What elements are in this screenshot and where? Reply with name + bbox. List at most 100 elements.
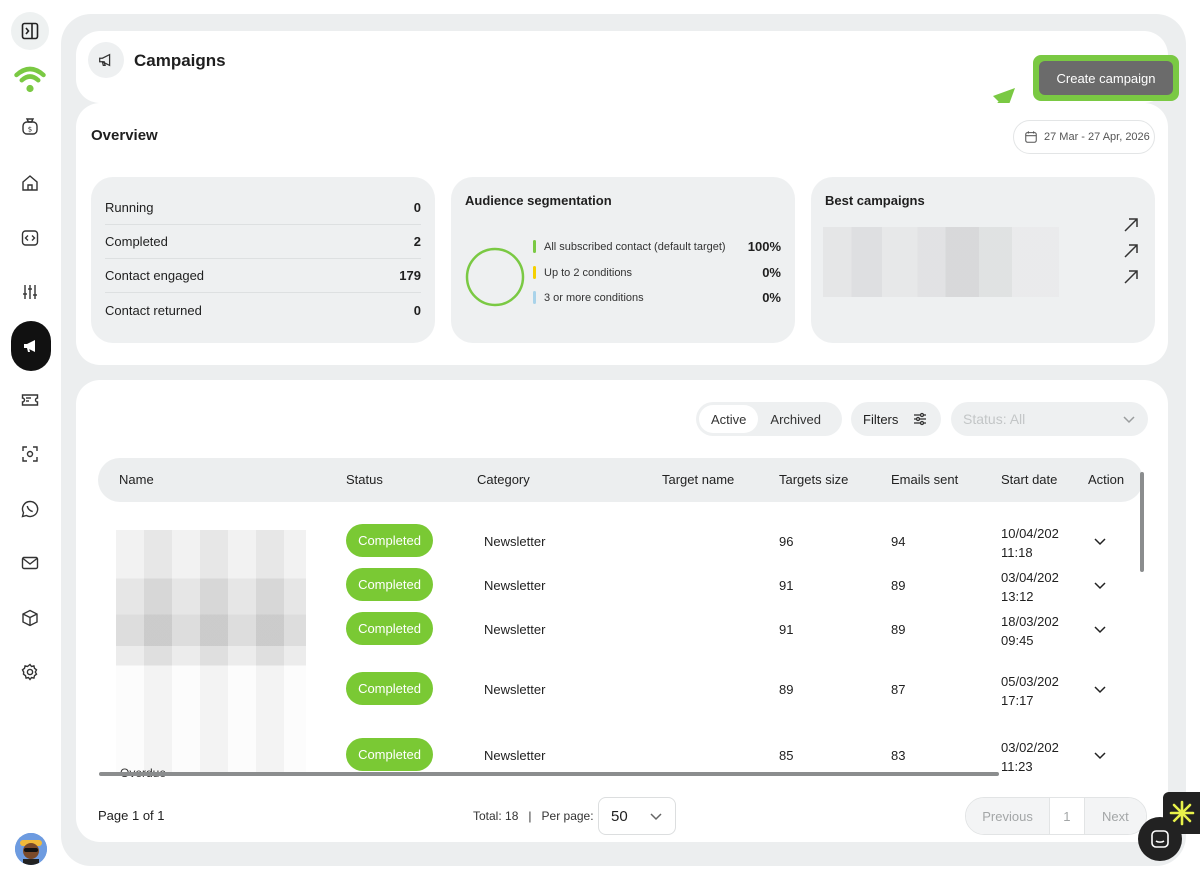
- tab-archived[interactable]: Archived: [758, 405, 833, 433]
- expand-chevron-icon[interactable]: [1093, 578, 1107, 592]
- segment-value: 0%: [762, 290, 781, 305]
- column-header[interactable]: Status: [346, 472, 383, 487]
- separator: |: [528, 809, 532, 823]
- ticket-icon[interactable]: [10, 380, 50, 420]
- chevron-down-icon: [1123, 416, 1135, 424]
- previous-page-button[interactable]: Previous: [966, 798, 1050, 834]
- scan-icon[interactable]: [10, 434, 50, 474]
- page-number-button[interactable]: 1: [1049, 798, 1085, 834]
- stat-label: Contact engaged: [105, 268, 205, 283]
- table-row[interactable]: Completed Newsletter 96 94 10/04/202 11:1…: [98, 516, 1143, 560]
- next-page-button[interactable]: Next: [1084, 798, 1146, 834]
- stats-card: Running 0 Completed 2 Contact engaged 17…: [91, 177, 435, 343]
- segment-row: Up to 2 conditions 0%: [533, 265, 781, 280]
- horizontal-scrollbar[interactable]: [99, 772, 999, 776]
- campaigns-table-card: Active Archived Filters Status: All Name…: [76, 380, 1168, 842]
- start-date-cell: 03/02/202 11:23: [1001, 738, 1061, 776]
- column-header[interactable]: Targets size: [779, 472, 848, 487]
- date-range-picker[interactable]: 27 Mar - 27 Apr, 2026: [1013, 120, 1155, 154]
- megaphone-icon: [88, 42, 124, 78]
- segment-value: 0%: [762, 265, 781, 280]
- calendar-icon: [1025, 131, 1037, 143]
- table-header: Name Status Category Target name Targets…: [98, 458, 1143, 502]
- avatar[interactable]: [15, 833, 47, 865]
- status-badge: Completed: [346, 672, 433, 705]
- targets-size-cell: 89: [779, 682, 794, 697]
- per-page-select[interactable]: 50: [598, 797, 676, 835]
- open-link-icon[interactable]: [1121, 267, 1141, 287]
- segment-row: All subscribed contact (default target) …: [533, 239, 781, 254]
- stat-value: 179: [399, 268, 421, 283]
- code-icon[interactable]: [10, 218, 50, 258]
- column-header[interactable]: Emails sent: [891, 472, 958, 487]
- targets-size-cell: 85: [779, 748, 794, 763]
- open-link-icon[interactable]: [1121, 215, 1141, 235]
- filters-label: Filters: [863, 411, 899, 427]
- page-indicator: Page 1 of 1: [98, 808, 165, 823]
- cube-icon[interactable]: [10, 598, 50, 638]
- tab-active[interactable]: Active: [699, 405, 759, 433]
- stat-row-contact-engaged: Contact engaged 179: [105, 259, 421, 293]
- column-header[interactable]: Start date: [1001, 472, 1057, 487]
- chevron-down-icon: [650, 813, 662, 821]
- emails-sent-cell: 89: [891, 578, 906, 593]
- emails-sent-cell: 87: [891, 682, 906, 697]
- table-row[interactable]: Completed Newsletter 91 89 18/03/202 09:4…: [98, 604, 1143, 648]
- segment-row: 3 or more conditions 0%: [533, 290, 781, 305]
- segmentation-title: Audience segmentation: [465, 193, 612, 208]
- status-badge: Completed: [346, 738, 433, 771]
- status-badge: Completed: [346, 568, 433, 601]
- status-badge: Completed: [346, 524, 433, 557]
- segment-color-bar: [533, 266, 536, 279]
- status-select[interactable]: Status: All: [951, 402, 1148, 436]
- table-row[interactable]: Completed Newsletter 91 89 03/04/202 13:1…: [98, 560, 1143, 604]
- wifi-logo-icon[interactable]: [10, 58, 50, 98]
- expand-chevron-icon[interactable]: [1093, 682, 1107, 696]
- home-icon[interactable]: [10, 163, 50, 203]
- expand-chevron-icon[interactable]: [1093, 748, 1107, 762]
- table-row[interactable]: Completed Newsletter 89 87 05/03/202 17:1…: [98, 664, 1143, 708]
- megaphone-icon[interactable]: [11, 321, 51, 371]
- start-date: 03/02/202: [1001, 740, 1059, 755]
- start-date-cell: 10/04/202 11:18: [1001, 524, 1061, 562]
- filters-button[interactable]: Filters: [851, 402, 941, 436]
- emails-sent-cell: 89: [891, 622, 906, 637]
- start-date: 18/03/202: [1001, 614, 1059, 629]
- start-date-cell: 05/03/202 17:17: [1001, 672, 1061, 710]
- column-header[interactable]: Name: [119, 472, 154, 487]
- stat-label: Completed: [105, 234, 168, 249]
- emails-sent-cell: 94: [891, 534, 906, 549]
- filter-sliders-icon: [914, 412, 927, 426]
- category-cell: Newsletter: [484, 682, 546, 697]
- expand-chevron-icon[interactable]: [1093, 622, 1107, 636]
- start-time: 11:23: [1001, 759, 1033, 774]
- whatsapp-icon[interactable]: [10, 489, 50, 529]
- overview-panel: Overview 27 Mar - 27 Apr, 2026 Running 0…: [76, 103, 1168, 365]
- mail-icon[interactable]: [10, 543, 50, 583]
- stat-value: 0: [413, 200, 421, 215]
- status-select-value: Status: All: [963, 411, 1026, 427]
- total-summary: Total: 18 | Per page:: [473, 809, 594, 823]
- settings-icon[interactable]: [10, 652, 50, 692]
- start-date: 05/03/202: [1001, 674, 1059, 689]
- per-page-value: 50: [611, 807, 628, 825]
- open-link-icon[interactable]: [1121, 241, 1141, 261]
- best-campaigns-card: Best campaigns: [811, 177, 1155, 343]
- sidebar-toggle-icon[interactable]: [11, 12, 49, 50]
- sliders-icon[interactable]: [10, 272, 50, 312]
- best-campaigns-title: Best campaigns: [825, 193, 925, 208]
- segment-label: All subscribed contact (default target): [544, 240, 726, 253]
- column-header[interactable]: Target name: [662, 472, 734, 487]
- stat-row-running: Running 0: [105, 191, 421, 225]
- table-row[interactable]: Completed Newsletter 85 83 03/02/202 11:2…: [98, 730, 1143, 774]
- segmentation-donut: [465, 247, 525, 307]
- segment-label: 3 or more conditions: [544, 291, 644, 304]
- money-bag-icon[interactable]: $: [10, 106, 50, 146]
- start-date-cell: 18/03/202 09:45: [1001, 612, 1061, 650]
- create-campaign-button[interactable]: Create campaign: [1039, 61, 1173, 95]
- vertical-scrollbar[interactable]: [1140, 472, 1144, 572]
- stat-row-completed: Completed 2: [105, 225, 421, 259]
- column-header[interactable]: Category: [477, 472, 530, 487]
- chat-support-icon[interactable]: [1138, 817, 1182, 861]
- expand-chevron-icon[interactable]: [1093, 534, 1107, 548]
